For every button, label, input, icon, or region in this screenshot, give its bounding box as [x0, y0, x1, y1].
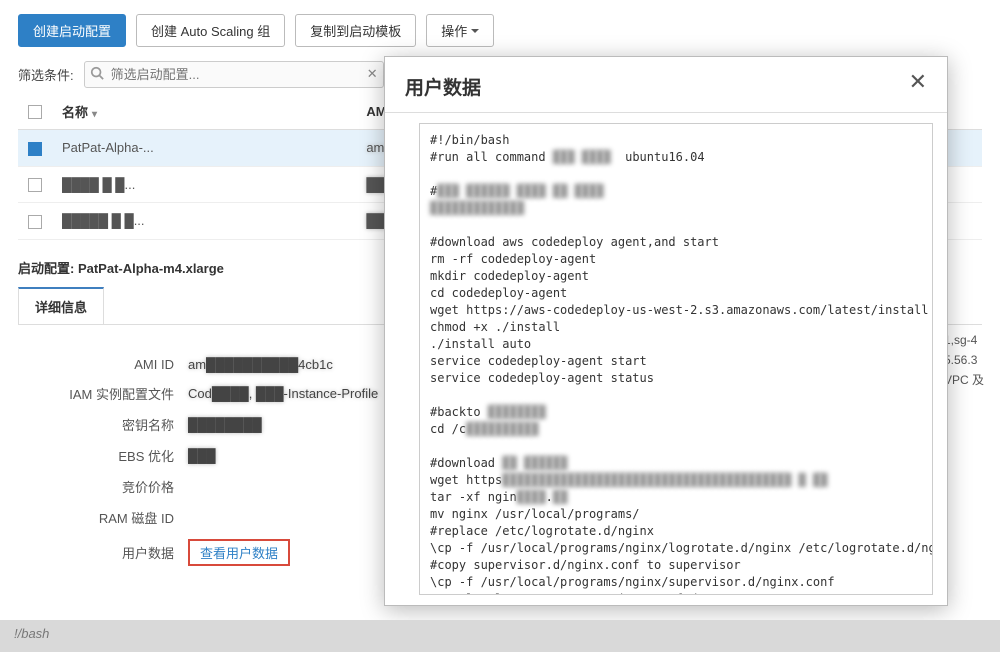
bottom-strip: !/bash [0, 620, 1000, 652]
close-icon[interactable]: ✕ [909, 73, 927, 91]
userdata-textarea[interactable]: #!/bin/bash #run all command ███ ████ ub… [419, 123, 933, 595]
userdata-modal: 用户数据 ✕ #!/bin/bash #run all command ███ … [384, 56, 948, 606]
modal-title: 用户数据 [405, 73, 481, 100]
